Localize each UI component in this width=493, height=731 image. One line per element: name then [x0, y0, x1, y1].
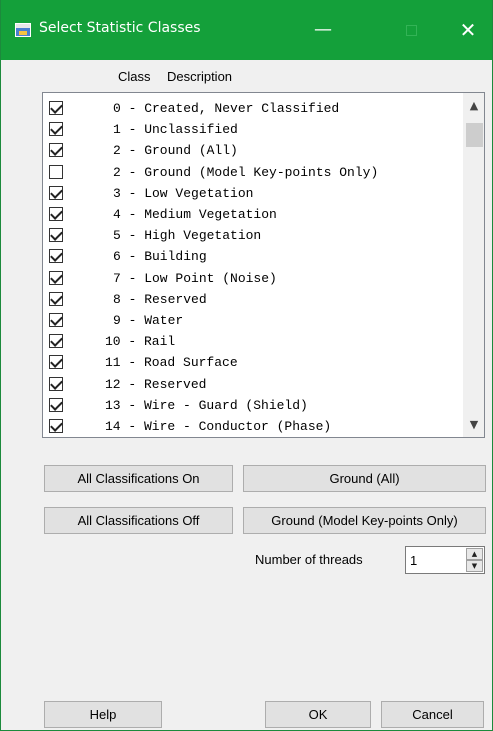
class-list-item[interactable]: 3 - Low Vegetation	[43, 183, 458, 204]
class-list-item[interactable]: 13 - Wire - Guard (Shield)	[43, 395, 458, 416]
class-list-item[interactable]: 12 - Reserved	[43, 374, 458, 395]
class-checkbox[interactable]	[49, 143, 63, 158]
select-statistic-classes-dialog: Select Statistic Classes — ✕ Class Descr…	[0, 0, 493, 731]
class-label: 6 - Building	[113, 249, 207, 265]
class-checkbox[interactable]	[49, 376, 63, 391]
class-label: 7 - Low Point (Noise)	[113, 270, 277, 286]
class-label: 5 - High Vegetation	[113, 228, 262, 244]
class-checkbox[interactable]	[49, 355, 63, 370]
help-button[interactable]: Help	[44, 701, 162, 728]
maximize-icon	[405, 24, 417, 36]
class-label: 1 - Unclassified	[113, 122, 238, 138]
class-checkbox[interactable]	[49, 228, 63, 243]
class-checklist[interactable]: 0 - Created, Never Classified 1 - Unclass…	[42, 92, 485, 438]
class-list-item[interactable]: 11 - Road Surface	[43, 352, 458, 373]
class-list-item[interactable]: 2 - Ground (Model Key-points Only)	[43, 162, 458, 183]
class-list-item[interactable]: 14 - Wire - Conductor (Phase)	[43, 416, 458, 437]
class-label: 14 - Wire - Conductor (Phase)	[105, 419, 332, 434]
class-label: 3 - Low Vegetation	[113, 185, 254, 201]
class-label: 4 - Medium Vegetation	[113, 207, 277, 222]
threads-spinner[interactable]: 1 ▲ ▼	[405, 546, 485, 574]
class-label: 8 - Reserved	[113, 291, 207, 307]
class-label: 11 - Road Surface	[105, 355, 238, 371]
class-list-item[interactable]: 10 - Rail	[43, 331, 458, 352]
column-header-description: Description	[167, 69, 233, 84]
column-header-class: Class	[118, 69, 151, 84]
class-checkbox[interactable]	[49, 101, 63, 115]
class-list-item[interactable]: 8 - Reserved	[43, 289, 458, 310]
scroll-thumb[interactable]	[466, 123, 483, 147]
class-checkbox[interactable]	[49, 291, 63, 306]
class-label: 2 - Ground (Model Key-points Only)	[113, 164, 379, 180]
class-list-item[interactable]: 6 - Building	[43, 246, 458, 267]
cancel-button[interactable]: Cancel	[381, 701, 484, 728]
all-classifications-on-button[interactable]: All Classifications On	[44, 465, 233, 492]
class-label: 10 - Rail	[105, 334, 176, 350]
scroll-up-arrow-icon[interactable]: ▲	[463, 97, 484, 115]
class-label: 2 - Ground (All)	[113, 143, 238, 159]
class-checkbox[interactable]	[49, 122, 63, 137]
class-checkbox[interactable]	[49, 270, 63, 285]
ok-button[interactable]: OK	[265, 701, 371, 728]
class-checkbox[interactable]	[49, 313, 63, 327]
title-bar[interactable]: Select Statistic Classes — ✕	[1, 0, 492, 60]
window-title: Select Statistic Classes	[39, 20, 201, 36]
class-list-item[interactable]: 0 - Created, Never Classified	[43, 98, 458, 119]
spinner-up-icon[interactable]: ▲	[466, 548, 483, 560]
minimize-button[interactable]: —	[303, 15, 343, 45]
app-icon	[15, 23, 31, 37]
list-scrollbar[interactable]: ▲ ▼	[462, 93, 484, 437]
close-button[interactable]: ✕	[448, 15, 488, 45]
ground-model-key-points-button[interactable]: Ground (Model Key-points Only)	[243, 507, 486, 534]
class-checkbox[interactable]	[49, 185, 63, 200]
ground-all-button[interactable]: Ground (All)	[243, 465, 486, 492]
class-checkbox[interactable]	[49, 249, 63, 264]
class-label: 12 - Reserved	[105, 376, 207, 392]
number-of-threads-label: Number of threads	[255, 552, 363, 567]
class-checkbox[interactable]	[49, 419, 63, 433]
threads-value[interactable]: 1	[410, 553, 417, 568]
class-label: 9 - Water	[113, 313, 184, 328]
class-checkbox[interactable]	[49, 397, 63, 412]
class-label: 0 - Created, Never Classified	[113, 101, 340, 116]
class-checkbox[interactable]	[49, 164, 63, 179]
spinner-down-icon[interactable]: ▼	[466, 560, 483, 572]
maximize-button	[391, 15, 431, 45]
class-list-item[interactable]: 2 - Ground (All)	[43, 140, 458, 161]
class-list-item[interactable]: 1 - Unclassified	[43, 119, 458, 140]
spinner-buttons: ▲ ▼	[466, 548, 483, 572]
class-list-item[interactable]: 9 - Water	[43, 310, 458, 331]
class-list-item[interactable]: 4 - Medium Vegetation	[43, 204, 458, 225]
class-checkbox[interactable]	[49, 334, 63, 349]
class-checkbox[interactable]	[49, 207, 63, 221]
class-list-item[interactable]: 5 - High Vegetation	[43, 225, 458, 246]
class-label: 13 - Wire - Guard (Shield)	[105, 397, 308, 413]
scroll-down-arrow-icon[interactable]: ▼	[463, 416, 484, 434]
all-classifications-off-button[interactable]: All Classifications Off	[44, 507, 233, 534]
class-list-item[interactable]: 7 - Low Point (Noise)	[43, 268, 458, 289]
